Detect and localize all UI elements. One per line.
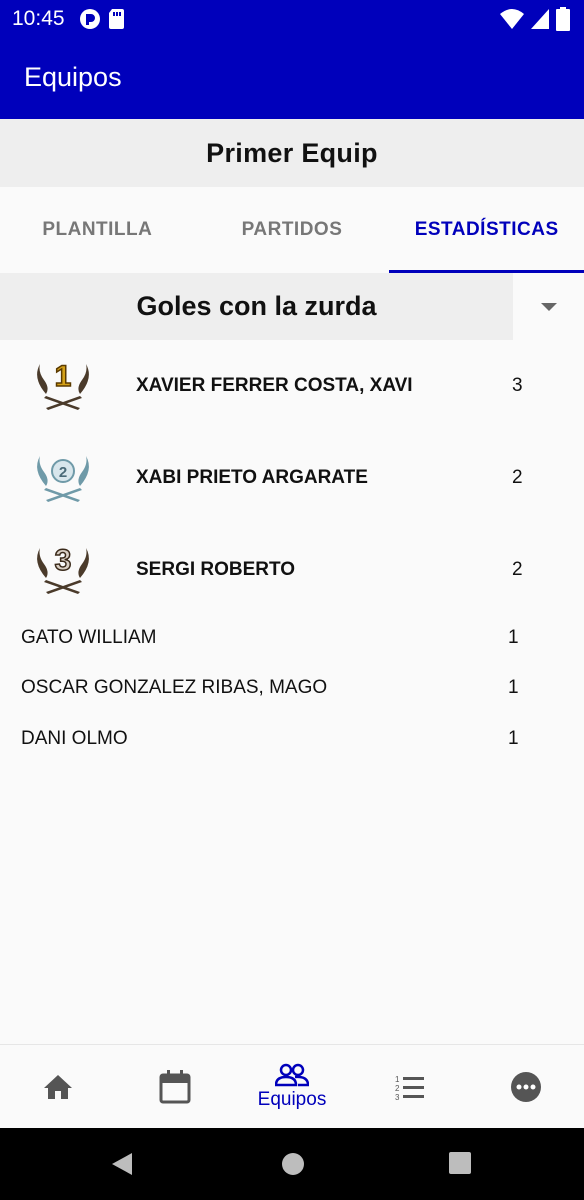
home-circle-icon[interactable] <box>281 1152 305 1176</box>
ranking-list-icon: 1 2 3 <box>395 1075 424 1100</box>
podium-player-value: 2 <box>512 559 523 580</box>
tab-bar: PLANTILLA PARTIDOS ESTADÍSTICAS <box>0 187 584 273</box>
medal-rank-1: 1 <box>55 360 72 393</box>
nav-ranking[interactable]: 1 2 3 <box>350 1045 467 1128</box>
bronze-medal-icon: 3 <box>37 543 89 594</box>
more-icon <box>510 1071 541 1102</box>
nav-more[interactable] <box>467 1045 584 1128</box>
svg-text:2: 2 <box>395 1084 400 1093</box>
silver-medal-icon: 2 <box>37 456 89 502</box>
team-header: Primer Equip <box>0 119 584 187</box>
svg-text:3: 3 <box>395 1093 400 1100</box>
tab-estadisticas[interactable]: ESTADÍSTICAS <box>389 187 584 273</box>
player-name: GATO WILLIAM <box>21 627 157 648</box>
player-name: OSCAR GONZALEZ RIBAS, MAGO <box>21 677 328 698</box>
system-navigation-bar <box>0 1128 584 1200</box>
list-item: GATO WILLIAM 1 <box>0 613 584 663</box>
team-icon <box>274 1063 309 1086</box>
podium-row-3: 3 SERGI ROBERTO 2 <box>0 524 584 616</box>
recents-icon[interactable] <box>449 1152 471 1174</box>
podium-row-2: 2 XABI PRIETO ARGARATE 2 <box>0 432 584 524</box>
list-item: OSCAR GONZALEZ RIBAS, MAGO 1 <box>0 663 584 713</box>
svg-text:1: 1 <box>395 1075 400 1084</box>
sim-card-icon <box>108 9 124 29</box>
podium-row-1: 1 XAVIER FERRER COSTA, XAVI 3 <box>0 340 584 432</box>
wifi-icon <box>500 9 524 29</box>
stat-selector[interactable]: Goles con la zurda <box>0 273 584 340</box>
list-item: DANI OLMO 1 <box>0 714 584 764</box>
podium-player-value: 3 <box>512 375 523 396</box>
player-value: 1 <box>508 728 519 749</box>
signal-icon <box>531 9 549 29</box>
podium-player-name: XABI PRIETO ARGARATE <box>136 467 368 488</box>
podium-player-value: 2 <box>512 467 523 488</box>
battery-icon <box>556 7 570 31</box>
bottom-navigation: Equipos 1 2 3 <box>0 1044 584 1128</box>
nav-equipos[interactable]: Equipos <box>234 1045 351 1128</box>
nav-home[interactable] <box>0 1045 117 1128</box>
medal-rank-3: 3 <box>55 544 72 577</box>
dropdown-arrow-icon <box>540 302 557 311</box>
stat-selector-value[interactable]: Goles con la zurda <box>0 273 513 340</box>
app-notification-icon <box>79 9 100 29</box>
gold-medal-icon: 1 <box>37 359 89 410</box>
tab-plantilla[interactable]: PLANTILLA <box>0 187 195 273</box>
back-icon[interactable] <box>110 1152 134 1176</box>
medal-rank-2: 2 <box>59 464 67 481</box>
nav-calendar[interactable] <box>117 1045 234 1128</box>
calendar-icon <box>159 1069 191 1103</box>
team-name: Primer Equip <box>206 137 378 168</box>
app-bar: Equipos <box>0 38 584 119</box>
player-value: 1 <box>508 627 519 648</box>
nav-equipos-label: Equipos <box>257 1088 327 1110</box>
status-bar: 10:45 <box>0 0 584 38</box>
home-icon <box>44 1074 73 1099</box>
podium-player-name: SERGI ROBERTO <box>136 559 296 580</box>
player-value: 1 <box>508 677 519 698</box>
podium-player-name: XAVIER FERRER COSTA, XAVI <box>136 375 413 396</box>
status-time: 10:45 <box>12 7 65 30</box>
player-name: DANI OLMO <box>21 728 128 749</box>
tab-partidos[interactable]: PARTIDOS <box>195 187 390 273</box>
stat-selector-toggle[interactable] <box>513 273 584 340</box>
app-bar-title: Equipos <box>24 62 122 92</box>
